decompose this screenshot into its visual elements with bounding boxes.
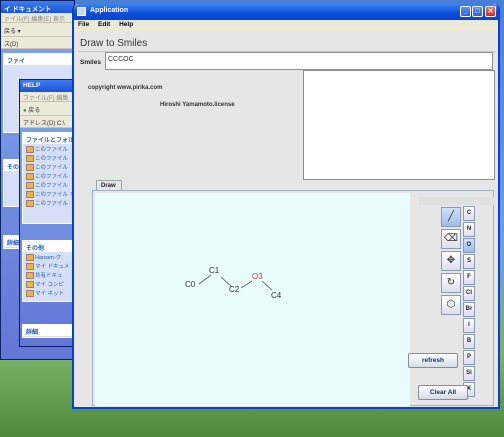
bg2-details-panel: 詳細 — [22, 324, 74, 338]
element-palette: C N O S F Cl Br I B P Si X — [463, 206, 475, 398]
move-icon[interactable]: ✥ — [441, 251, 461, 271]
app-title: Application — [90, 7, 129, 14]
atom-o3[interactable]: O3 — [252, 272, 263, 281]
page-title: Draw to Smiles — [80, 38, 148, 49]
bg2-toolbar: ● 戻る — [20, 102, 74, 116]
bg1-file-panel-title: ファイ — [4, 54, 72, 65]
element-o-button[interactable]: O — [463, 238, 475, 253]
molecule-bonds — [198, 274, 273, 291]
eraser-icon[interactable]: ⌫ — [441, 229, 461, 249]
element-f-button[interactable]: F — [463, 270, 475, 285]
bond-c2-o3 — [240, 280, 253, 289]
menu-edit[interactable]: Edit — [98, 21, 110, 28]
output-textarea[interactable] — [303, 70, 495, 180]
list-item[interactable]: マイ ドキュメ — [23, 261, 73, 270]
maximize-button[interactable]: □ — [472, 6, 483, 17]
minimize-button[interactable]: _ — [460, 6, 471, 17]
bg2-details-title: 詳細 — [23, 325, 73, 336]
list-item[interactable]: マイ コンピ — [23, 279, 73, 288]
list-item[interactable]: このファイル — [23, 198, 73, 207]
list-item[interactable]: 共有ドキュ — [23, 270, 73, 279]
app-content: Draw to Smiles Smiles CCCOC copyright ww… — [74, 31, 498, 407]
atom-c4[interactable]: C4 — [271, 291, 281, 300]
smiles-label: Smiles — [80, 59, 101, 66]
application-window: Application _ □ ✕ File Edit Help Draw to… — [72, 4, 500, 409]
element-b-button[interactable]: B — [463, 334, 475, 349]
drawing-canvas[interactable]: C0 C1 C2 O3 C4 — [95, 193, 410, 406]
list-item[interactable]: このファイル — [23, 180, 73, 189]
element-cl-button[interactable]: Cl — [463, 286, 475, 301]
refresh-button[interactable]: refresh — [408, 353, 458, 368]
element-c-button[interactable]: C — [463, 206, 475, 221]
element-n-button[interactable]: N — [463, 222, 475, 237]
bg1-menubar: ァイル(F) 編集(E) 表示 — [1, 13, 74, 23]
element-p-button[interactable]: P — [463, 350, 475, 365]
smiles-input[interactable]: CCCOC — [105, 52, 493, 70]
app-icon — [77, 7, 86, 16]
atom-c2[interactable]: C2 — [229, 285, 239, 294]
bg1-toolbar: 戻る ▾ — [1, 23, 74, 37]
bg2-other-panel: その他 Hansen-ク マイ ドキュメ 共有ドキュ マイ コンピ マイ ネット — [22, 240, 74, 302]
element-i-button[interactable]: I — [463, 318, 475, 333]
bg1-titlebar: イ ドキュメント — [1, 1, 74, 13]
copyright-text: copyright www.pirika.com — [88, 85, 163, 91]
bond-line-icon[interactable]: ╱ — [441, 207, 461, 227]
clear-all-button[interactable]: Clear All — [418, 385, 468, 400]
bg2-back-label: 戻る — [28, 108, 41, 114]
app-titlebar: Application _ □ ✕ — [74, 4, 498, 20]
bg2-sidebar: ファイルとフォルダ このファイル このファイル このファイル このファイル この… — [20, 128, 74, 346]
list-item[interactable]: マイ ネット — [23, 288, 73, 297]
app-menubar: File Edit Help — [74, 20, 498, 31]
bg2-menubar: ファイル(F) 編集 — [20, 92, 74, 102]
bg2-address-value[interactable]: C:\ — [57, 121, 65, 127]
bond-c0-c1 — [198, 274, 212, 285]
rotate-icon[interactable]: ↻ — [441, 273, 461, 293]
element-si-button[interactable]: Si — [463, 366, 475, 381]
element-s-button[interactable]: S — [463, 254, 475, 269]
list-item[interactable]: このファイル する — [23, 189, 74, 198]
atom-c0[interactable]: C0 — [185, 280, 195, 289]
draw-tools: ╱ ⌫ ✥ ↻ ⬡ — [441, 207, 461, 315]
bg2-other-title: その他 — [23, 241, 73, 252]
list-item[interactable]: このファイル — [23, 171, 73, 180]
background-window-2: HELP ファイル(F) 編集 ● 戻る アドレス(D) C:\ ファイルとフォ… — [19, 79, 75, 347]
bg2-address: アドレス(D) C:\ — [20, 116, 74, 128]
bg2-file-panel-title: ファイルとフォルダ — [23, 133, 74, 144]
bg2-address-label: アドレス(D) — [23, 121, 56, 127]
menu-help[interactable]: Help — [119, 21, 133, 28]
bond-o3-c4 — [261, 280, 273, 291]
element-br-button[interactable]: Br — [463, 302, 475, 317]
benzene-ring-icon[interactable]: ⬡ — [441, 295, 461, 315]
list-item[interactable]: このファイル — [23, 144, 73, 153]
bg2-titlebar: HELP — [20, 80, 74, 92]
back-icon[interactable]: ● — [23, 108, 27, 114]
list-item[interactable]: このファイル — [23, 162, 73, 171]
list-item[interactable]: Hansen-ク — [23, 252, 73, 261]
bg2-file-panel: ファイルとフォルダ このファイル このファイル このファイル このファイル この… — [22, 132, 74, 224]
toolbar-strip — [419, 197, 494, 205]
license-text: Hiroshi Yamamoto.license — [160, 102, 235, 108]
close-button[interactable]: ✕ — [485, 6, 496, 17]
menu-file[interactable]: File — [78, 21, 89, 28]
bg1-address: ス(D) — [1, 37, 74, 49]
list-item[interactable]: このファイル — [23, 153, 73, 162]
atom-c1[interactable]: C1 — [209, 266, 219, 275]
